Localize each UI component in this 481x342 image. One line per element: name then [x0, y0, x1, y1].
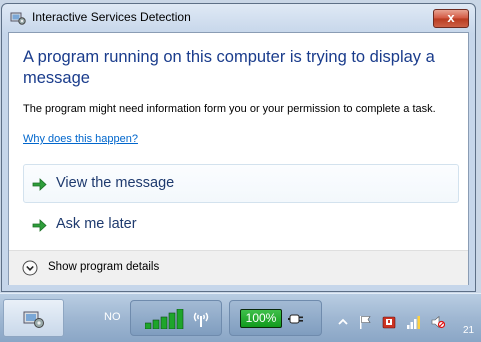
battery-level: 100%	[245, 311, 277, 325]
volume-muted-icon[interactable]	[431, 315, 445, 329]
battery-pane[interactable]: 100%	[229, 300, 322, 336]
window-title: Interactive Services Detection	[32, 10, 191, 24]
services-app-icon	[23, 311, 44, 328]
action-center-flag-icon[interactable]	[358, 315, 372, 329]
battery-indicator: 100%	[240, 309, 282, 328]
ask-me-later-label: Ask me later	[56, 216, 137, 232]
wireless-icon	[193, 312, 209, 327]
dialog-content: A program running on this computer is tr…	[8, 32, 469, 285]
taskbar-app-button[interactable]	[3, 299, 64, 337]
network-label: NO	[104, 311, 121, 323]
services-app-icon	[10, 12, 26, 25]
content-text: The program might need information form …	[23, 103, 436, 115]
green-arrow-icon	[32, 219, 47, 232]
signal-strength-icon	[145, 309, 184, 329]
green-arrow-icon	[32, 178, 47, 191]
signal-pane[interactable]	[130, 300, 222, 336]
title-bar[interactable]: Interactive Services Detection x	[2, 4, 475, 32]
main-instruction: A program running on this computer is tr…	[23, 48, 435, 87]
security-warning-icon[interactable]	[382, 315, 396, 329]
close-button[interactable]: x	[433, 9, 469, 28]
wireless-signal-icon[interactable]	[407, 315, 421, 329]
dialog-footer: Show program details	[9, 250, 468, 285]
view-message-command[interactable]: View the message	[23, 164, 459, 203]
close-icon: x	[447, 10, 455, 25]
clock[interactable]: 21	[463, 325, 474, 336]
why-does-this-happen-link[interactable]: Why does this happen?	[23, 133, 138, 145]
ask-me-later-command[interactable]: Ask me later	[23, 205, 459, 244]
chevron-down-icon[interactable]	[22, 260, 38, 276]
show-hidden-icons-icon[interactable]	[336, 315, 350, 329]
interactive-services-dialog: Interactive Services Detection x A progr…	[1, 3, 476, 292]
show-details-label[interactable]: Show program details	[48, 261, 159, 273]
taskbar: NO 100% 21	[0, 293, 481, 342]
power-plug-icon	[288, 314, 303, 324]
view-message-label: View the message	[56, 175, 175, 191]
